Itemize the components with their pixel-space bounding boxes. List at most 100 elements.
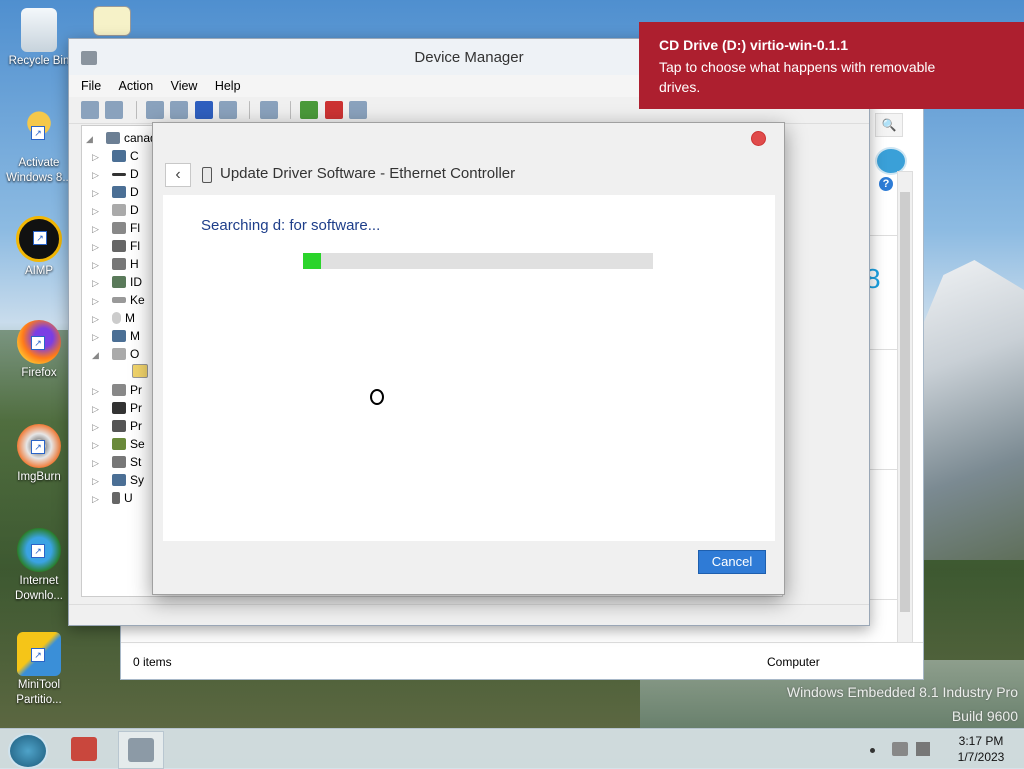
computer-icon [106, 132, 120, 144]
uninstall-icon[interactable] [324, 101, 343, 119]
scan-hardware-icon[interactable] [259, 101, 278, 119]
search-icon[interactable]: 🔍 [875, 113, 903, 137]
expand-arrow-icon[interactable]: ▷ [92, 221, 102, 237]
menu-action[interactable]: Action [119, 75, 154, 97]
removable-drive-notification[interactable]: CD Drive (D:) virtio-win-0.1.1 Tap to ch… [639, 22, 1024, 109]
tree-label: D [130, 185, 139, 199]
properties-icon[interactable] [170, 101, 189, 119]
back-arrow-icon[interactable] [81, 101, 99, 119]
taskbar: 3:17 PM 1/7/2023 [0, 728, 1024, 769]
expand-arrow-icon[interactable]: ▷ [92, 239, 102, 255]
tree-item[interactable]: ▷ M [92, 328, 140, 344]
tree-item[interactable]: ▷ C [92, 148, 139, 164]
tree-item[interactable]: ▷ D [92, 166, 139, 182]
tray-overflow-icon[interactable] [870, 748, 875, 753]
tree-item[interactable]: ▷ ID [92, 274, 142, 290]
tree-item[interactable]: ▷ D [92, 184, 139, 200]
port-icon [112, 384, 126, 396]
tree-item[interactable]: ▷ Sy [92, 472, 144, 488]
expand-arrow-icon[interactable]: ▷ [92, 401, 102, 417]
tree-item[interactable]: ▷ Fl [92, 220, 140, 236]
desktop-icon-notepad[interactable] [80, 6, 144, 38]
expand-arrow-icon[interactable]: ▷ [92, 275, 102, 291]
keyboard-icon [112, 297, 126, 303]
tree-item[interactable]: ▷ H [92, 256, 139, 272]
update-driver-dialog[interactable]: ‹ Update Driver Software - Ethernet Cont… [152, 122, 785, 595]
tree-item-ethernet-controller[interactable] [122, 364, 152, 380]
desktop-icon-minitool[interactable]: ↗ MiniTool Partitio... [4, 632, 74, 708]
expand-arrow-icon[interactable]: ▷ [92, 437, 102, 453]
expand-arrow-icon[interactable]: ▷ [92, 149, 102, 165]
vertical-scrollbar[interactable] [897, 171, 913, 643]
start-button[interactable] [8, 733, 48, 769]
dialog-title: Update Driver Software - Ethernet Contro… [220, 165, 516, 182]
tree-item[interactable]: ▷ Pr [92, 418, 142, 434]
tree-label: O [130, 347, 140, 361]
imgburn-icon: ↗ [17, 424, 61, 468]
tree-item[interactable]: ◢ O [92, 346, 139, 362]
tools-icon [71, 737, 97, 761]
recycle-bin-icon [21, 8, 57, 52]
update-driver-icon[interactable] [300, 101, 319, 119]
view-icon[interactable] [219, 101, 238, 119]
window-title: Device Manager [414, 49, 524, 66]
busy-cursor-icon [370, 389, 384, 405]
menu-file[interactable]: File [81, 75, 101, 97]
expand-arrow-icon[interactable]: ▷ [92, 329, 102, 345]
tree-item[interactable]: ▷ Pr [92, 400, 142, 416]
taskbar-app-tools[interactable] [62, 731, 106, 767]
tree-item[interactable]: ▷ Se [92, 436, 145, 452]
tree-label: Fl [130, 239, 140, 253]
tree-root[interactable]: ◢ canad [86, 130, 157, 146]
menu-help[interactable]: Help [215, 75, 241, 97]
tree-item[interactable]: ▷ Ke [92, 292, 145, 308]
forward-arrow-icon[interactable] [105, 101, 124, 119]
collapse-arrow-icon[interactable]: ◢ [92, 347, 102, 363]
shortcut-arrow-icon: ↗ [31, 544, 45, 558]
tree-item[interactable]: ▷ Fl [92, 238, 140, 254]
desktop-icon-internet-download[interactable]: ↗ Internet Downlo... [4, 528, 74, 604]
volume-muted-icon[interactable] [916, 742, 930, 756]
menu-view[interactable]: View [171, 75, 198, 97]
disable-icon[interactable] [349, 101, 368, 119]
aimp-icon: ↗ [16, 216, 62, 262]
expand-arrow-icon[interactable]: ▷ [92, 455, 102, 471]
expand-arrow-icon[interactable]: ▷ [92, 293, 102, 309]
network-icon[interactable] [892, 742, 908, 756]
expand-arrow-icon[interactable]: ▷ [92, 257, 102, 273]
expand-arrow-icon[interactable]: ▷ [92, 419, 102, 435]
expand-arrow-icon[interactable]: ▷ [92, 311, 102, 327]
key-icon: ↗ [17, 110, 61, 154]
device-manager-icon [81, 51, 97, 65]
desktop-icon-aimp[interactable]: ↗ AIMP [4, 216, 74, 279]
help-icon[interactable]: ? [879, 177, 893, 191]
expand-arrow-icon[interactable]: ▷ [92, 203, 102, 219]
tree-item[interactable]: ▷ D [92, 202, 139, 218]
cancel-button[interactable]: Cancel [698, 550, 766, 574]
desktop-icon-imgburn[interactable]: ↗ ImgBurn [4, 424, 74, 485]
tree-item[interactable]: ▷ St [92, 454, 141, 470]
search-status-text: Searching d: for software... [201, 217, 381, 234]
expand-arrow-icon[interactable]: ▷ [92, 473, 102, 489]
collapse-arrow-icon[interactable]: ◢ [86, 131, 96, 147]
device-category-icon [112, 150, 126, 162]
tree-item[interactable]: ▷ Pr [92, 382, 142, 398]
expand-arrow-icon[interactable]: ▷ [92, 167, 102, 183]
close-button[interactable] [751, 131, 766, 146]
expand-arrow-icon[interactable]: ▷ [92, 491, 102, 507]
show-hide-tree-icon[interactable] [146, 101, 165, 119]
help-book-icon[interactable] [194, 101, 213, 119]
scrollbar-thumb[interactable] [900, 192, 910, 612]
back-button[interactable]: ‹ [165, 163, 191, 187]
tree-item[interactable]: ▷ M [92, 310, 135, 326]
taskbar-app-device-manager[interactable] [118, 731, 164, 769]
desktop-icon-recycle-bin[interactable]: Recycle Bin [4, 8, 74, 69]
tree-item[interactable]: ▷ U [92, 490, 133, 506]
device-category-icon [112, 173, 126, 176]
clock[interactable]: 3:17 PM 1/7/2023 [946, 733, 1016, 765]
expand-arrow-icon[interactable]: ▷ [92, 383, 102, 399]
shortcut-arrow-icon: ↗ [31, 440, 45, 454]
desktop-icon-activate-windows[interactable]: ↗ Activate Windows 8... [4, 110, 74, 186]
expand-arrow-icon[interactable]: ▷ [92, 185, 102, 201]
desktop-icon-firefox[interactable]: ↗ Firefox [4, 320, 74, 381]
